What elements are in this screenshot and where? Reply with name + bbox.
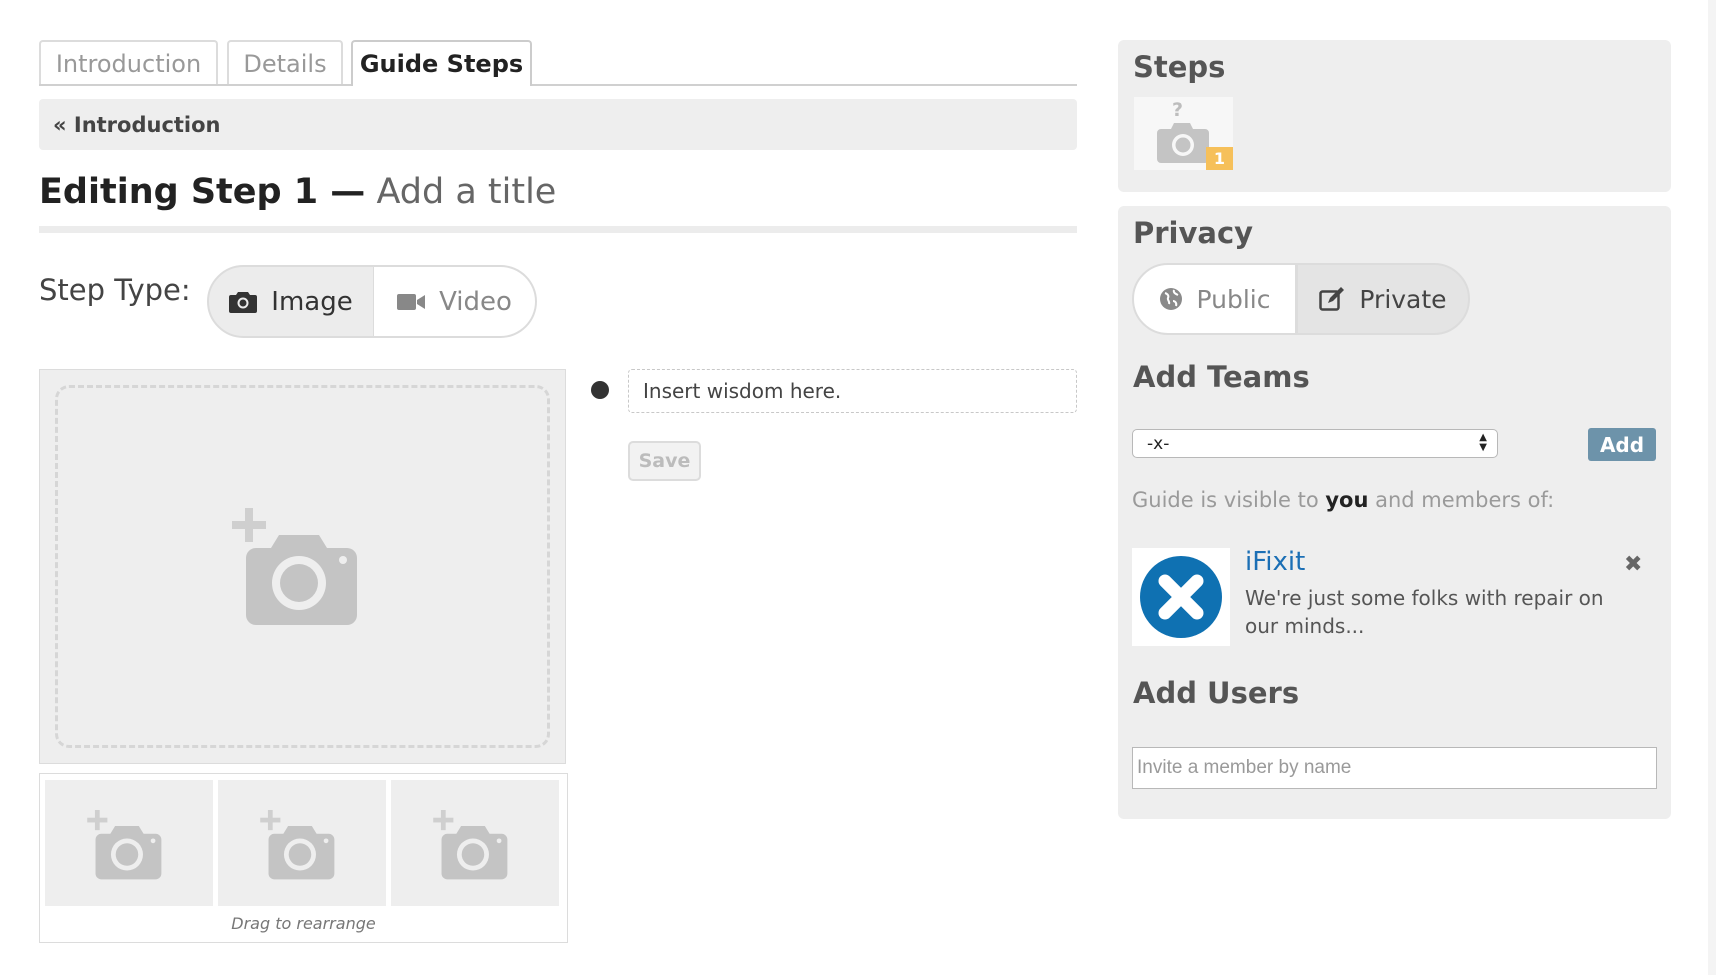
step-type-image-label: Image xyxy=(271,286,353,317)
visibility-you: you xyxy=(1325,488,1369,512)
tab-details[interactable]: Details xyxy=(227,40,343,85)
drag-hint: Drag to rearrange xyxy=(231,914,376,933)
step-label: Editing Step 1 — xyxy=(39,172,366,212)
question-mark-icon: ? xyxy=(1172,99,1184,121)
scrollbar[interactable] xyxy=(1708,0,1716,975)
image-slot[interactable] xyxy=(45,780,213,906)
team-logo xyxy=(1132,548,1230,646)
video-camera-icon xyxy=(397,292,426,312)
steps-title: Steps xyxy=(1133,50,1226,84)
privacy-private-label: Private xyxy=(1359,284,1447,314)
image-slot[interactable] xyxy=(218,780,386,906)
camera-icon xyxy=(1157,121,1209,167)
add-teams-title: Add Teams xyxy=(1133,360,1310,394)
step-title-placeholder[interactable]: Add a title xyxy=(376,172,556,212)
visibility-prefix: Guide is visible to xyxy=(1132,488,1326,512)
teams-select-value: -x- xyxy=(1147,433,1170,454)
add-photo-icon xyxy=(83,810,165,884)
tabs-divider xyxy=(39,84,1077,86)
add-users-title: Add Users xyxy=(1133,676,1300,710)
step-type-video-button[interactable]: Video xyxy=(373,265,537,338)
privacy-panel: Privacy Public Private Add Teams -x- ▲ ▼ … xyxy=(1118,206,1671,819)
steps-panel: Steps ? 1 xyxy=(1118,40,1671,192)
tab-guide-steps[interactable]: Guide Steps xyxy=(351,40,532,86)
team-description: We're just some folks with repair on our… xyxy=(1245,586,1604,638)
main-image-dropzone[interactable] xyxy=(39,369,566,764)
bullet-dot[interactable] xyxy=(591,381,609,399)
edit-icon xyxy=(1319,287,1345,311)
remove-team-icon[interactable]: ✖ xyxy=(1624,552,1642,577)
image-slot[interactable] xyxy=(391,780,559,906)
step-type-image-button[interactable]: Image xyxy=(207,265,375,338)
camera-icon xyxy=(229,290,258,314)
image-thumbnails: Drag to rearrange xyxy=(39,773,568,943)
step-number-badge: 1 xyxy=(1206,147,1233,170)
page-title: Editing Step 1 — Add a title xyxy=(39,172,556,212)
add-photo-icon xyxy=(256,810,338,884)
add-photo-icon xyxy=(429,810,511,884)
privacy-title: Privacy xyxy=(1133,216,1254,250)
add-photo-icon xyxy=(229,508,359,630)
bullet-text-input[interactable]: Insert wisdom here. xyxy=(628,369,1077,413)
step-type-label: Step Type: xyxy=(39,273,191,307)
visibility-note: Guide is visible to you and members of: xyxy=(1132,488,1554,512)
privacy-private-button[interactable]: Private xyxy=(1296,263,1470,335)
breadcrumb-label: « Introduction xyxy=(53,112,221,137)
globe-icon xyxy=(1159,287,1183,311)
save-button[interactable]: Save xyxy=(628,441,701,481)
heading-rule xyxy=(39,226,1077,233)
tab-introduction[interactable]: Introduction xyxy=(39,40,218,85)
team-name-link[interactable]: iFixit xyxy=(1245,547,1305,577)
visibility-suffix: and members of: xyxy=(1368,488,1555,512)
teams-select[interactable]: -x- ▲ ▼ xyxy=(1132,429,1498,458)
select-arrows-icon: ▲ ▼ xyxy=(1479,432,1487,453)
invite-user-input[interactable]: Invite a member by name xyxy=(1132,747,1657,789)
add-team-button[interactable]: Add xyxy=(1588,428,1656,461)
step-thumbnail[interactable]: ? 1 xyxy=(1134,97,1233,170)
breadcrumb[interactable]: « Introduction xyxy=(39,99,1077,150)
privacy-public-button[interactable]: Public xyxy=(1132,263,1297,335)
privacy-public-label: Public xyxy=(1196,284,1271,314)
step-type-video-label: Video xyxy=(439,286,512,317)
